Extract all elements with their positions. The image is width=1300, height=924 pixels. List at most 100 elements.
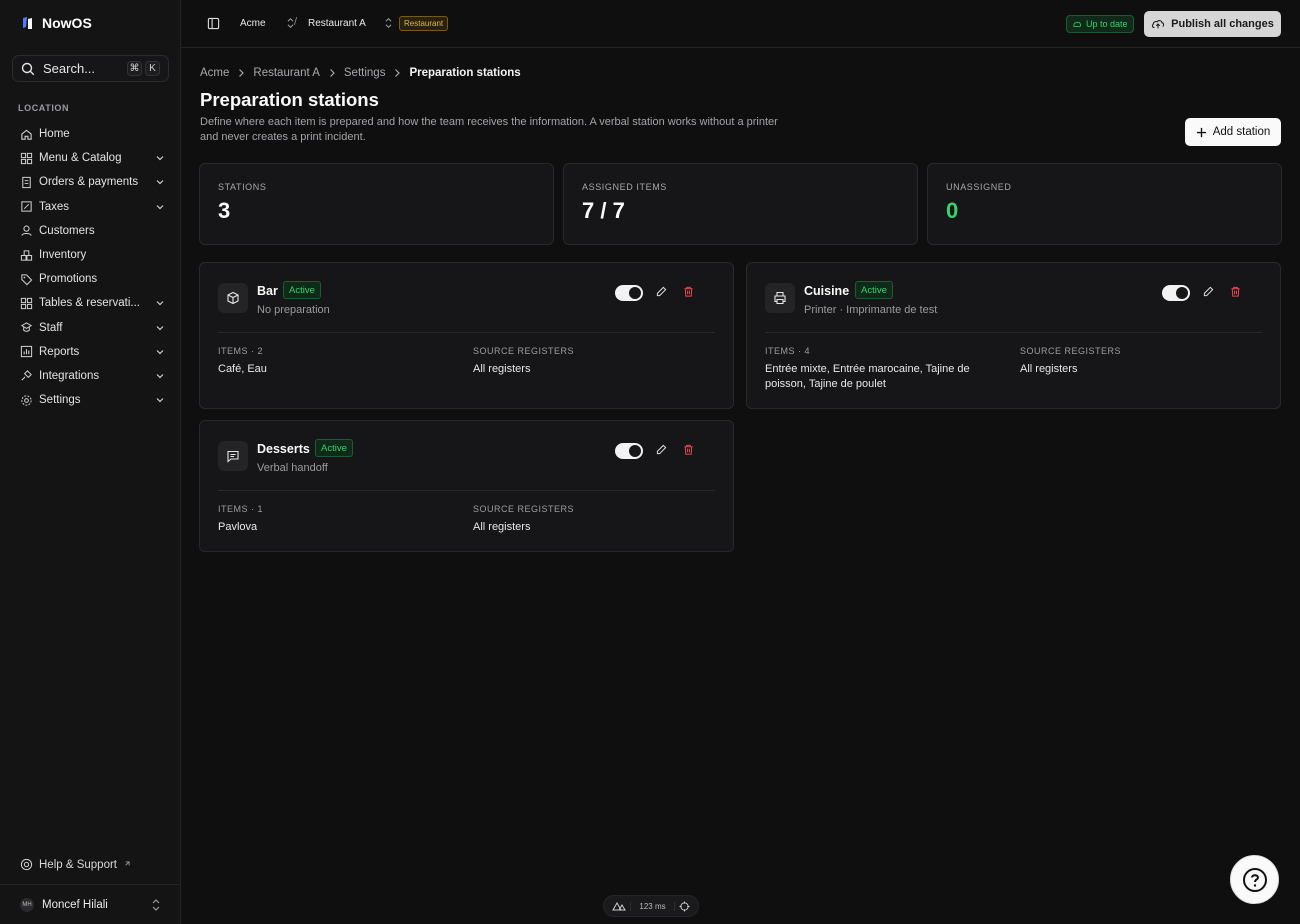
status-badge: Active [283,281,321,299]
sidebar-item-settings[interactable]: Settings [14,388,172,412]
chart-icon [20,346,33,358]
org-name: Acme [240,17,266,29]
chevron-down-icon [156,204,164,210]
chevrons-up-down-icon [152,898,160,911]
sidebar-item-label: Menu & Catalog [39,152,122,165]
tax-icon [21,201,32,212]
registers-label: SOURCE REGISTERS [1020,346,1122,356]
station-mode: Printer · Imprimante de test [804,304,938,316]
items-list: Pavlova [218,521,258,533]
gear-icon [21,395,32,406]
sidebar-item-taxes[interactable]: Taxes [14,195,172,219]
sync-status-badge: Up to date [1066,15,1134,33]
sidebar-item-label: Customers [39,224,95,237]
station-name: Cuisine [804,284,850,298]
stat-value: 3 [218,198,231,223]
location-switcher[interactable]: Restaurant A [308,17,393,29]
external-link-icon [125,861,130,866]
search-input[interactable]: Search... ⌘ K [12,55,169,82]
chevron-down-icon [156,301,164,306]
sidebar-toggle-button[interactable] [207,17,220,30]
panel-left-icon [207,17,220,30]
page-description: Define where each item is prepared and h… [200,116,778,143]
status-badge: Active [315,439,353,457]
chevron-right-icon [395,69,401,77]
help-fab-button[interactable] [1230,855,1279,904]
station-name: Desserts [257,442,310,456]
user-menu[interactable]: MH Moncef Hilali [0,884,181,924]
sidebar-item-label: Orders & payments [39,176,139,189]
edit-station-button[interactable] [656,286,667,297]
card-divider [218,332,715,333]
user-icon [21,225,32,237]
card-divider [765,332,1262,333]
org-switcher[interactable]: Acme [240,17,295,29]
station-mode: No preparation [257,304,330,316]
trash-icon [684,286,693,297]
sidebar-item-label: Home [39,128,70,141]
sidebar-item-home[interactable]: Home [14,122,172,146]
station-type-icon [765,283,795,313]
breadcrumb-item[interactable]: Settings [344,67,386,79]
tag-icon [21,274,33,286]
sidebar-item-tables-reservations[interactable]: Tables & reservati... [14,291,172,315]
devtools-indicator[interactable]: 123 ms [603,895,699,917]
edit-station-button[interactable] [656,444,667,455]
sidebar-item-menu-catalog[interactable]: Menu & Catalog [14,146,172,170]
sidebar-item-customers[interactable]: Customers [14,219,172,243]
help-support-label: Help & Support [39,858,117,871]
breadcrumb-item[interactable]: Restaurant A [253,67,319,79]
delete-station-button[interactable] [1230,286,1241,297]
plus-icon [1196,127,1206,137]
staff-icon [20,322,33,332]
crosshair-icon [679,900,690,912]
sidebar-item-orders-payments[interactable]: Orders & payments [14,170,172,194]
user-name: Moncef Hilali [42,898,108,911]
delete-station-button[interactable] [683,286,694,297]
boxes-icon [20,249,33,261]
sidebar-item-label: Promotions [39,273,98,286]
edit-station-button[interactable] [1203,286,1214,297]
breadcrumb: Acme Restaurant A Settings Preparation s… [200,67,521,79]
sync-status-label: Up to date [1086,19,1128,29]
station-card-bar: Bar Active No preparation ITEMS · 2 Café… [199,262,734,409]
sidebar-item-promotions[interactable]: Promotions [14,267,172,291]
message-icon [227,450,239,463]
sidebar-item-inventory[interactable]: Inventory [14,243,172,267]
tables-icon [20,297,33,310]
station-name: Bar [257,284,278,298]
sidebar-item-staff[interactable]: Staff [14,316,172,340]
station-enabled-toggle[interactable] [615,443,643,459]
stat-card-assigned-items: ASSIGNED ITEMS 7 / 7 [563,163,918,245]
publish-all-button[interactable]: Publish all changes [1144,11,1281,37]
items-label: ITEMS · 2 [218,346,264,356]
items-list: Café, Eau [218,363,267,375]
station-enabled-toggle[interactable] [615,285,643,301]
station-type-icon [218,283,248,313]
sidebar-item-integrations[interactable]: Integrations [14,364,172,388]
stat-card-stations: STATIONS 3 [199,163,554,245]
search-placeholder: Search... [43,61,96,76]
brand[interactable]: NowOS [20,15,92,31]
registers-value: All registers [473,521,531,533]
chevron-right-icon [239,69,245,77]
items-label: ITEMS · 4 [765,346,811,356]
pencil-icon [1203,286,1214,297]
chevron-down-icon [156,180,164,185]
sidebar-item-label: Taxes [39,200,70,213]
sidebar-item-reports[interactable]: Reports [14,340,172,364]
cloud-check-icon [1073,21,1082,27]
station-enabled-toggle[interactable] [1162,285,1190,301]
shortcut-cmd: ⌘ [127,61,142,76]
cloud-upload-icon [1152,20,1165,29]
items-label: ITEMS · 1 [218,504,264,514]
pencil-icon [656,286,667,297]
station-card-desserts: Desserts Active Verbal handoff ITEMS · 1… [199,420,734,552]
chevron-right-icon [329,69,335,77]
help-support-link[interactable]: Help & Support [20,858,130,871]
add-station-button[interactable]: Add station [1185,118,1281,146]
delete-station-button[interactable] [683,444,694,455]
breadcrumb-item[interactable]: Acme [200,67,229,79]
stat-card-unassigned: UNASSIGNED 0 [927,163,1282,245]
stat-label: UNASSIGNED [946,182,1012,192]
